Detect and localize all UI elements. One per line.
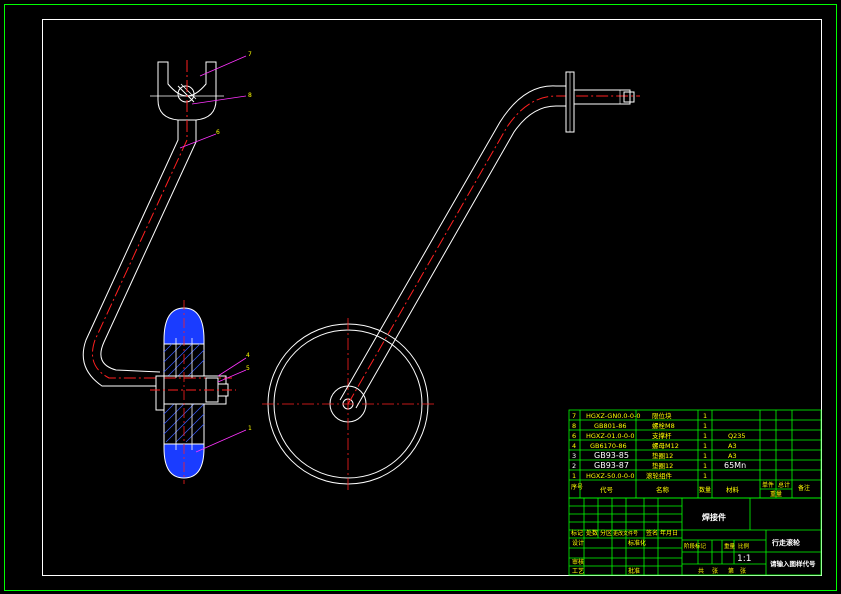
bom-header-material: 材料 xyxy=(726,485,740,494)
stage-header-0: 阶段标记 xyxy=(684,542,707,550)
scale-value: 1:1 xyxy=(737,554,751,564)
part-label-5: 5 xyxy=(246,365,250,372)
bom-name-4: 螺母M12 xyxy=(652,441,679,450)
bom-header-seq: 序号 xyxy=(571,483,583,491)
bom-header-qty: 数量 xyxy=(699,486,711,494)
bom-seq-4: 4 xyxy=(572,442,576,450)
stage-header-1: 重量 xyxy=(724,542,736,550)
bom-qty-7: 1 xyxy=(703,472,707,480)
bom-code-4: GB6170-86 xyxy=(590,442,627,450)
front-arm-centerline xyxy=(347,95,640,405)
bom-code-1: HGXZ-GN0.0-0-0 xyxy=(586,412,641,420)
bom-mat-5: A3 xyxy=(728,452,737,460)
bom-name-2: 螺栓M8 xyxy=(652,421,675,430)
rev-header-3: 更改文件号 xyxy=(613,530,638,537)
bom-seq-5: 3 xyxy=(572,452,576,460)
bom-code-5: GB93-85 xyxy=(594,451,629,460)
bom-code-2: GB801-86 xyxy=(594,422,627,430)
bom-header-weight: 重量 xyxy=(770,490,782,498)
sheet-3: 张 xyxy=(740,567,746,575)
rev-header-1: 处数 xyxy=(586,529,598,537)
bom-seq-7: 1 xyxy=(572,472,576,480)
rev-header-0: 标记 xyxy=(571,529,583,537)
bom-qty-6: 1 xyxy=(703,462,707,470)
rev-header-2: 分区 xyxy=(600,529,612,537)
bom-header-name: 名称 xyxy=(656,485,670,494)
bom-qty-4: 1 xyxy=(703,442,707,450)
front-arm-edge-2 xyxy=(355,105,568,409)
drawing-number: 请输入图样代号 xyxy=(770,559,816,568)
bom-mat-6: 65Mn xyxy=(724,461,746,470)
bom-qty-5: 1 xyxy=(703,452,707,460)
bom-seq-2: 8 xyxy=(572,422,576,430)
cad-drawing-canvas: 7 8 6 4 5 1 7 HGXZ-GN0.0-0-0 限位块 1 8 GB8… xyxy=(4,4,837,591)
bom-mat-3: Q235 xyxy=(728,432,746,440)
stage-header-2: 比例 xyxy=(738,542,750,550)
rev-header-4: 签名 xyxy=(646,529,658,537)
bom-name-3: 支撑杆 xyxy=(652,431,672,440)
bom-code-3: HGXZ-01.0-0-0 xyxy=(586,432,635,440)
bom-qty-1: 1 xyxy=(703,412,707,420)
sheet-1: 张 xyxy=(712,567,718,575)
std-label: 标准化 xyxy=(628,539,646,547)
bom-header-remark: 备注 xyxy=(798,484,810,492)
bom-code-6: GB93-87 xyxy=(594,461,629,470)
bom-seq-6: 2 xyxy=(572,462,576,470)
bom-mat-4: A3 xyxy=(728,442,737,450)
part-label-7: 7 xyxy=(248,51,252,58)
role-craft: 工艺 xyxy=(572,567,584,575)
front-shaft-end xyxy=(623,91,635,103)
bom-name-6: 垫圈12 xyxy=(652,461,673,470)
outer-frame xyxy=(4,4,837,591)
bom-name-5: 垫圈12 xyxy=(652,451,673,460)
sheet-2: 第 xyxy=(728,567,734,575)
approve-label: 批准 xyxy=(628,567,640,575)
bom-table: 7 HGXZ-GN0.0-0-0 限位块 1 8 GB801-86 螺栓M8 1… xyxy=(571,411,810,498)
part-label-1: 1 xyxy=(248,425,252,432)
part-label-8: 8 xyxy=(248,92,252,99)
right-view xyxy=(262,71,640,490)
title-block-text: 标记 处数 分区 更改文件号 签名 年月日 设计 标准化 审核 工艺 批准 焊接… xyxy=(571,512,816,575)
role-design: 设计 xyxy=(572,539,584,547)
bom-code-7: HGXZ-50.0-0-0 xyxy=(586,472,635,480)
left-view xyxy=(82,60,236,484)
bom-header-unit: 单件 xyxy=(762,481,774,489)
part-label-6: 6 xyxy=(216,129,220,136)
bom-seq-1: 7 xyxy=(572,412,576,420)
role-review: 审核 xyxy=(572,558,584,566)
bom-qty-3: 1 xyxy=(703,432,707,440)
part-label-4: 4 xyxy=(246,352,250,359)
front-shaft xyxy=(573,89,631,105)
bom-qty-2: 1 xyxy=(703,422,707,430)
bom-name-7: 滚轮组件 xyxy=(646,471,673,480)
sheet-0: 共 xyxy=(698,567,704,575)
assembly-label: 焊接件 xyxy=(702,512,726,522)
bom-name-1: 限位块 xyxy=(652,411,672,420)
front-arm-edge-1 xyxy=(339,85,568,401)
axle-washer xyxy=(155,375,165,411)
bom-seq-3: 6 xyxy=(572,432,576,440)
drawing-name: 行走滚轮 xyxy=(771,538,800,547)
arm-centerline xyxy=(92,60,232,379)
bom-header-total: 总计 xyxy=(778,481,790,489)
rev-header-5: 年月日 xyxy=(660,529,678,537)
bom-header-code: 代号 xyxy=(600,485,614,494)
